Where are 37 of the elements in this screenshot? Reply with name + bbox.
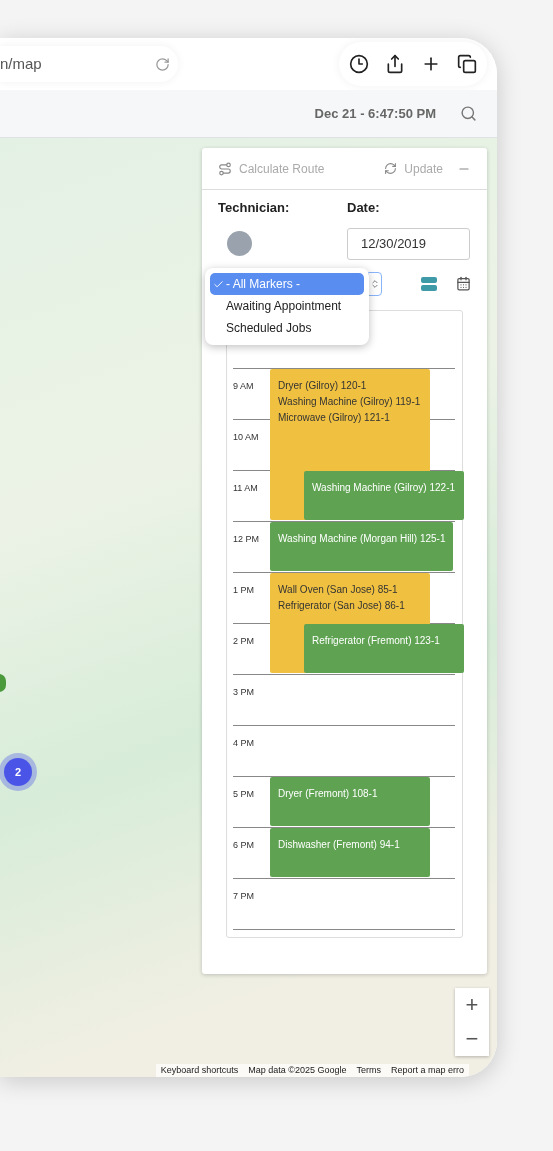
date-field[interactable]: 12/30/2019: [347, 227, 470, 260]
date-label: Date:: [347, 199, 380, 217]
route-icon: [218, 161, 232, 176]
search-icon[interactable]: [460, 105, 477, 122]
map-attribution-link[interactable]: Terms: [351, 1063, 386, 1077]
hour-label: 9 AM: [233, 380, 254, 391]
refresh-icon: [384, 162, 398, 175]
checkmark-icon: [212, 278, 224, 290]
hour-label: 7 PM: [233, 890, 254, 901]
hour-label: 11 AM: [233, 482, 258, 493]
hour-label: 3 PM: [233, 686, 254, 697]
tabs-icon[interactable]: [457, 54, 477, 74]
up-down-caret-icon: [370, 278, 380, 289]
url-text: n/map: [0, 53, 42, 74]
hour-label: 2 PM: [233, 635, 254, 646]
technician-label: Technician:: [218, 199, 291, 217]
hour-label: 10 AM: [233, 431, 259, 442]
map-attribution-link[interactable]: Keyboard shortcuts: [155, 1063, 244, 1077]
calendar-icon[interactable]: [456, 276, 471, 291]
hour-label: 1 PM: [233, 584, 254, 595]
address-bar[interactable]: n/map: [0, 46, 178, 82]
share-icon[interactable]: [385, 54, 405, 74]
zoom-in-button[interactable]: +: [455, 988, 489, 1022]
hour-label: 4 PM: [233, 737, 254, 748]
hour-label: 5 PM: [233, 788, 254, 799]
dropdown-option[interactable]: Awaiting Appointment: [210, 295, 364, 317]
avatar: [227, 231, 252, 256]
history-icon[interactable]: [349, 54, 369, 74]
zoom-out-button[interactable]: −: [455, 1022, 489, 1056]
hour-label: 12 PM: [233, 533, 259, 544]
map-attribution-link[interactable]: Map data ©2025 Google: [243, 1063, 352, 1077]
hour-label: 6 PM: [233, 839, 254, 850]
header-datetime: Dec 21 - 6:47:50 PM: [314, 104, 436, 123]
map-attribution-link[interactable]: Report a map erro: [385, 1063, 469, 1077]
reload-icon[interactable]: [155, 56, 170, 72]
list-view-icon[interactable]: [421, 276, 437, 291]
dropdown-option[interactable]: Scheduled Jobs: [210, 317, 364, 339]
